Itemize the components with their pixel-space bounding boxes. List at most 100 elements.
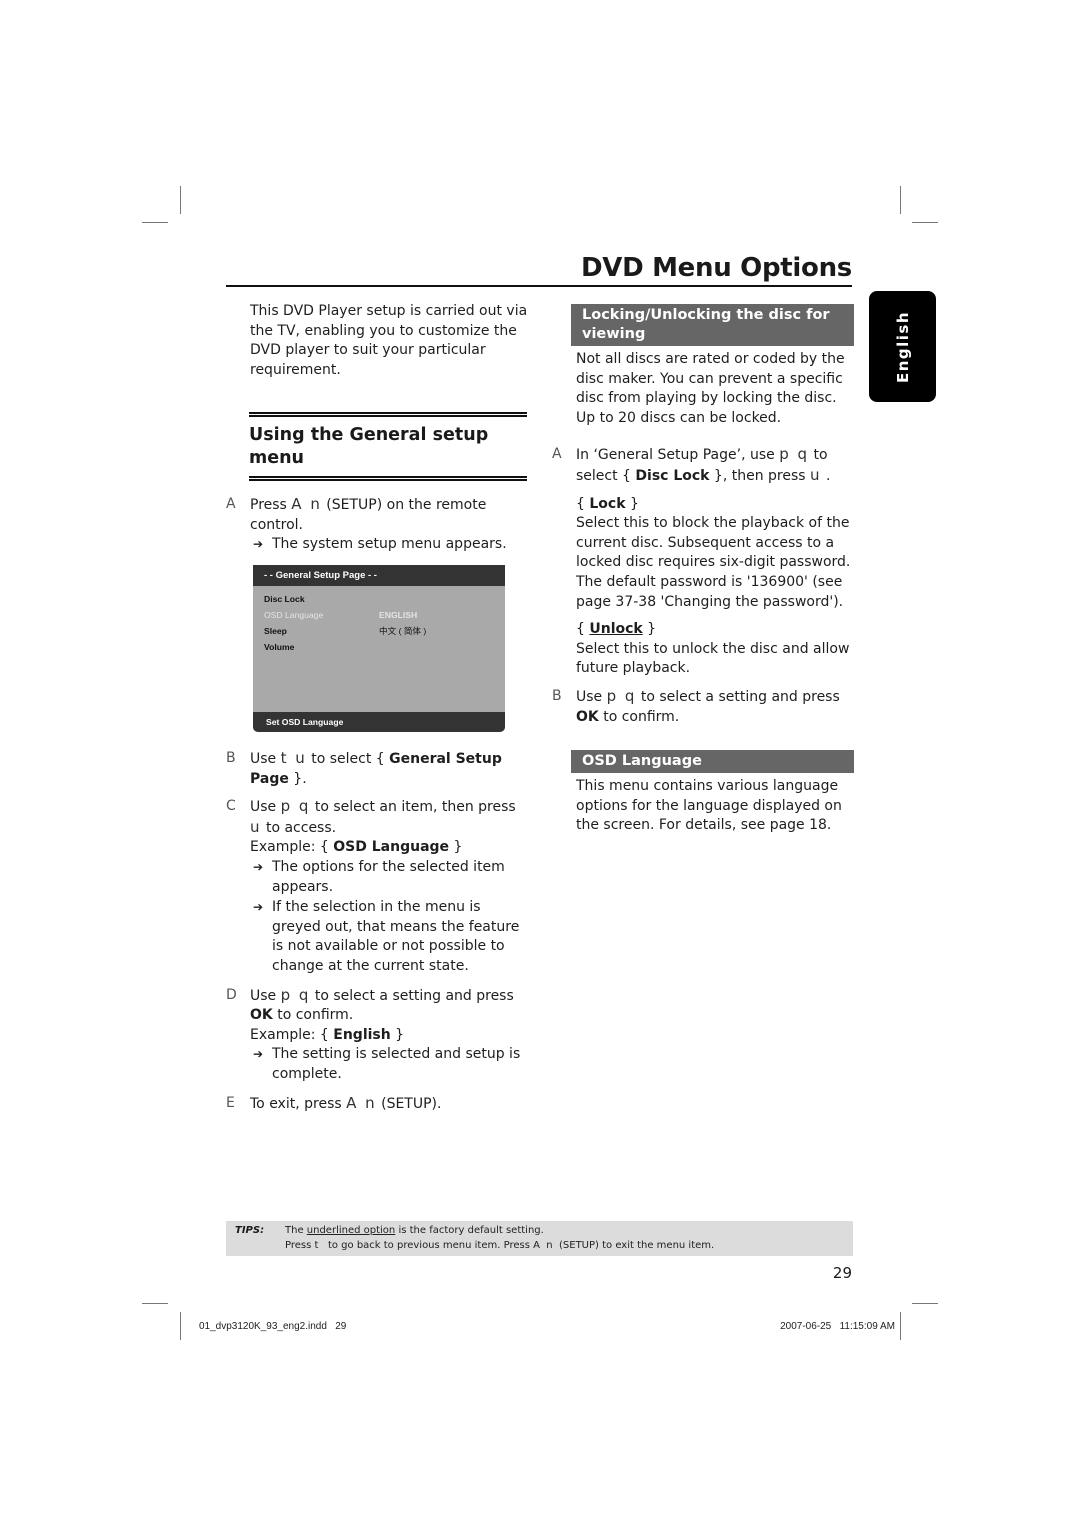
up-down-key-symbol: p q: [280, 797, 311, 816]
tips-label: TIPS:: [235, 1225, 265, 1236]
up-down-key-symbol: p q: [280, 985, 311, 1004]
step-result: The system setup menu appears.: [272, 536, 507, 553]
left-right-key-symbol: t u: [280, 749, 307, 767]
lock-option-description: Select this to block the playback of the…: [576, 515, 851, 610]
crop-mark: [900, 186, 901, 214]
arrow-right-icon: ➔: [253, 1047, 264, 1062]
step-result: The options for the selected item appear…: [272, 858, 505, 895]
example-text: Example: {: [250, 1026, 334, 1043]
tips-text: is the factory default setting.: [395, 1225, 544, 1236]
menu-row-volume[interactable]: Volume: [264, 639, 494, 655]
step-text: to confirm.: [598, 708, 680, 725]
lock-option: { Lock } Select this to block the playba…: [576, 495, 852, 613]
step-text: Use: [250, 799, 281, 816]
step-text: }, then press: [709, 467, 811, 484]
crop-mark: [180, 1312, 181, 1340]
heading-rule-top: [249, 412, 527, 417]
lock-step-b: B Use p q to select a setting and press …: [552, 687, 852, 727]
step-text: to select an item, then press: [310, 799, 516, 816]
step-text: to select {: [306, 751, 390, 767]
tips-line-1: The underlined option is the factory def…: [285, 1225, 544, 1236]
heading-rule-bottom: [249, 476, 527, 481]
right-key-symbol: u: [810, 465, 822, 484]
section-title: Using the General setup menu: [249, 425, 489, 468]
step-text: .: [821, 467, 831, 484]
brace: }: [625, 495, 639, 512]
menu-row-osd-language[interactable]: OSD Language ENGLISH: [264, 607, 494, 623]
crop-mark: [912, 1303, 938, 1304]
intro-paragraph: This DVD Player setup is carried out via…: [250, 303, 528, 378]
step-c: C Use p q to select an item, then press …: [226, 797, 526, 976]
step-letter: A: [226, 496, 236, 512]
section-header-locking: Locking/Unlocking the disc for viewing: [571, 304, 854, 346]
locking-intro: Not all discs are rated or coded by the …: [576, 351, 845, 426]
crop-mark: [180, 186, 181, 214]
up-down-key-symbol: p q: [606, 686, 637, 705]
menu-row-disc-lock[interactable]: Disc Lock: [264, 591, 494, 607]
menu-row-label: Volume: [264, 642, 295, 652]
unlock-option: { Unlock } Select this to unlock the dis…: [576, 620, 852, 679]
tips-line-2: Press t to go back to previous menu item…: [285, 1240, 715, 1251]
step-bold: OK: [576, 708, 599, 725]
lock-option-label: Lock: [589, 495, 626, 512]
language-tab: English: [869, 291, 936, 402]
tips-box: TIPS: The underlined option is the facto…: [226, 1221, 853, 1256]
step-e: E To exit, press A n (SETUP).: [226, 1094, 526, 1115]
page-number: 29: [832, 1264, 852, 1282]
example-text: }: [390, 1026, 405, 1043]
example-text: }: [449, 839, 463, 856]
slug-filename: 01_dvp3120K_93_eng2.indd 29: [199, 1321, 347, 1332]
menu-row-value: 中文 ( 简体 ): [379, 626, 427, 636]
example-bold: English: [333, 1026, 391, 1043]
step-letter: B: [226, 750, 236, 766]
unlock-option-description: Select this to unlock the disc and allow…: [576, 640, 850, 677]
arrow-right-icon: ➔: [253, 900, 264, 915]
crop-mark: [900, 1312, 901, 1340]
menu-row-label: Disc Lock: [264, 594, 305, 604]
step-result: If the selection in the menu is greyed o…: [272, 899, 520, 974]
step-text: To exit, press: [250, 1095, 347, 1112]
locking-content: Not all discs are rated or coded by the …: [552, 350, 852, 727]
step-text: to select a setting and press: [636, 688, 840, 705]
general-setup-menu-screen: - - General Setup Page - - Disc Lock OSD…: [253, 565, 505, 732]
crop-mark: [142, 222, 168, 223]
step-text: to select a setting and press: [310, 987, 514, 1004]
step-text: to confirm.: [272, 1007, 354, 1024]
menu-row-label: Sleep: [264, 626, 287, 636]
lock-step-a: A In ‘General Setup Page’, use p q to se…: [552, 445, 852, 679]
menu-row-label: OSD Language: [264, 610, 324, 620]
step-text: In ‘General Setup Page’, use: [576, 447, 780, 464]
crop-mark: [912, 222, 938, 223]
setup-key-symbol: A n: [346, 1093, 377, 1112]
step-text: Press: [250, 497, 292, 513]
step-letter: D: [226, 986, 237, 1003]
steps-b-to-e: B Use t u to select { General Setup Page…: [226, 749, 526, 1114]
menu-footer: Set OSD Language: [253, 712, 505, 732]
step-bold: OK: [250, 1007, 273, 1024]
step-d: D Use p q to select a setting and press …: [226, 986, 526, 1085]
brace: {: [576, 495, 590, 512]
step-text: Use: [250, 987, 281, 1004]
right-key-symbol: u: [250, 817, 262, 836]
tips-underlined-text: underlined option: [306, 1225, 396, 1236]
osd-language-description: This menu contains various language opti…: [576, 778, 842, 834]
step-letter: A: [552, 446, 562, 463]
example-bold: OSD Language: [333, 839, 450, 856]
step-a: A Press A n (SETUP) on the remote contro…: [226, 495, 526, 555]
step-b: B Use t u to select { General Setup Page…: [226, 749, 526, 789]
title-rule: [226, 285, 852, 287]
step-letter: E: [226, 1094, 235, 1111]
up-down-key-symbol: p q: [779, 445, 810, 464]
crop-mark: [142, 1303, 168, 1304]
step-text: to access.: [261, 819, 337, 836]
menu-row-sleep[interactable]: Sleep 中文 ( 简体 ): [264, 623, 494, 639]
step-text: (SETUP).: [376, 1095, 442, 1112]
arrow-right-icon: ➔: [253, 537, 264, 552]
slug-timestamp: 2007-06-25 11:15:09 AM: [780, 1321, 895, 1332]
menu-header: - - General Setup Page - -: [253, 565, 505, 586]
brace: {: [576, 621, 590, 638]
step-text: }.: [288, 770, 307, 787]
step-letter: B: [552, 687, 562, 704]
tips-text: The: [285, 1225, 307, 1236]
unlock-option-label: Unlock: [589, 621, 643, 638]
